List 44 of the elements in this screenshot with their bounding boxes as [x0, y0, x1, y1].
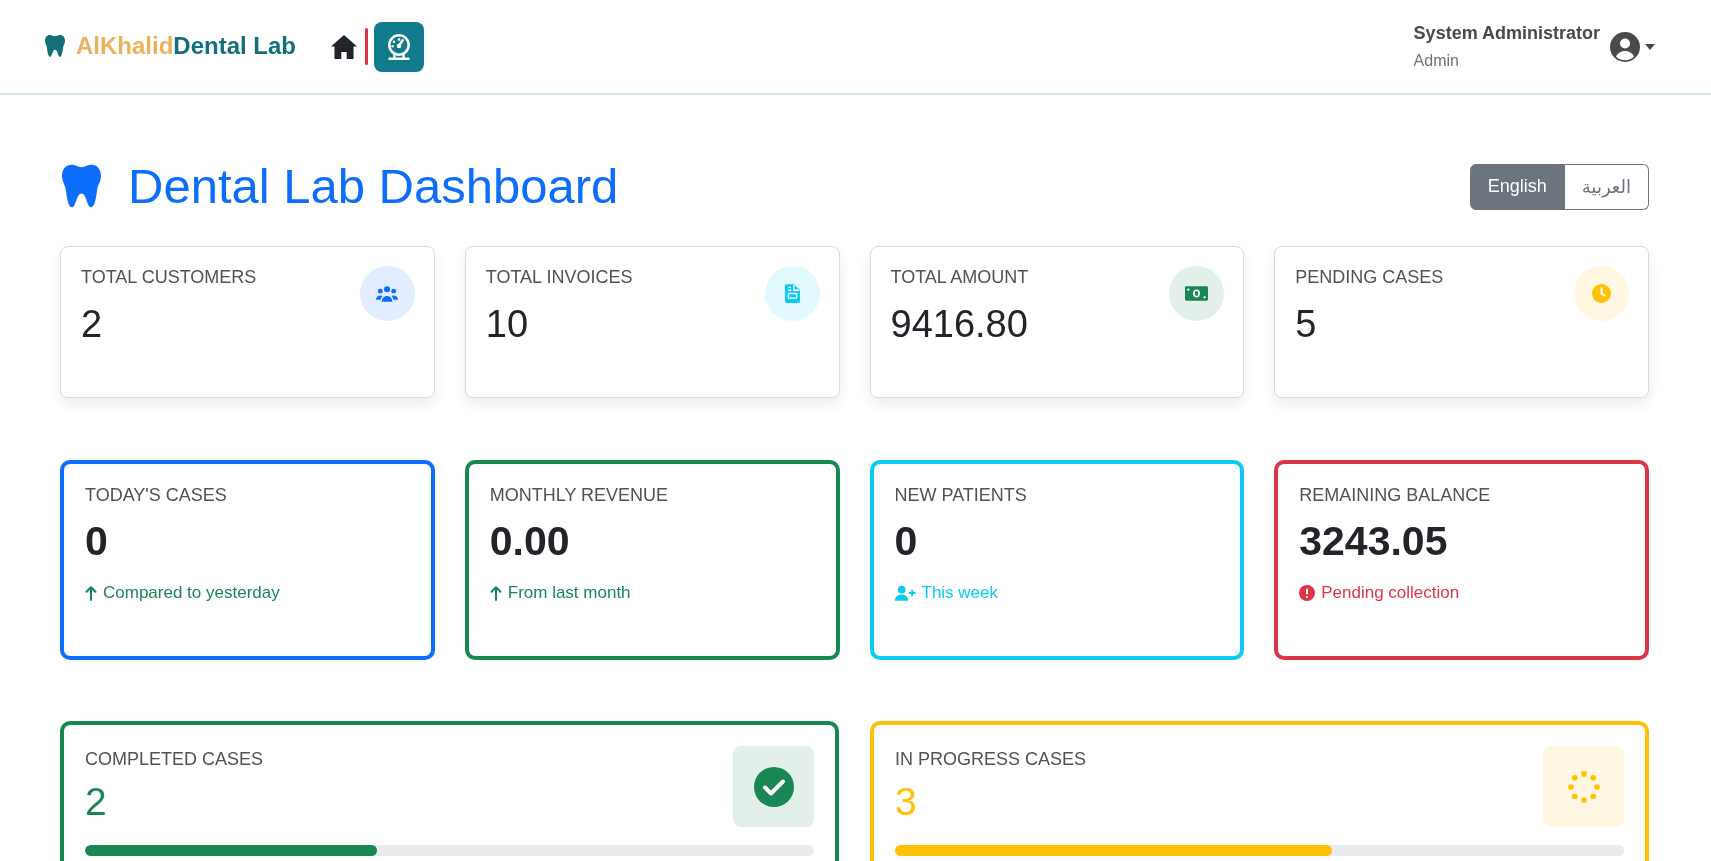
page-title: Dental Lab Dashboard [128, 158, 619, 216]
language-button[interactable]: العربية [1564, 163, 1649, 210]
metric-value: 3243.05 [1299, 516, 1448, 566]
progress-value: 3 [895, 778, 917, 825]
user-role: Admin [1413, 50, 1460, 70]
stat-value: 9416.80 [890, 301, 1028, 347]
user-name: System Administrator [1413, 23, 1600, 45]
tooth-icon [62, 164, 101, 209]
language-button[interactable]: English [1469, 163, 1565, 210]
progress-label: COMPLETED CASES [85, 749, 264, 771]
stat-label: PENDING CASES [1295, 267, 1444, 289]
stat-label: TOTAL INVOICES [485, 267, 633, 289]
metric-note: Pending collection [1321, 582, 1460, 604]
metric-label: MONTHLY REVENUE [489, 485, 669, 507]
metric-label: TODAY'S CASES [85, 485, 227, 507]
metric-note: From last month [507, 582, 631, 604]
progress-value: 2 [85, 778, 107, 825]
home-button[interactable] [331, 34, 358, 59]
metric-note: Compared to yesterday [103, 582, 280, 604]
stat-label: TOTAL AMOUNT [890, 267, 1029, 289]
metric-value: 0.00 [489, 516, 570, 566]
dashboard-button[interactable] [374, 21, 425, 72]
metric-label: NEW PATIENTS [894, 485, 1027, 507]
brand-link[interactable]: AlKhalidDental Lab [45, 32, 297, 61]
tooth-icon [45, 35, 65, 58]
progress-label: IN PROGRESS CASES [895, 749, 1087, 771]
user-plus-icon [894, 584, 916, 601]
stat-value: 10 [485, 301, 529, 347]
gauge-icon [388, 33, 411, 60]
metric-note: This week [921, 582, 999, 604]
caret-icon [1645, 43, 1655, 50]
alert-icon [1299, 584, 1316, 601]
metric-label: REMAINING BALANCE [1299, 485, 1491, 507]
arrow-up-icon [489, 584, 502, 601]
stat-label: TOTAL CUSTOMERS [81, 267, 257, 289]
stat-value: 5 [1295, 301, 1317, 347]
user-menu-button[interactable] [1610, 31, 1655, 62]
metric-value: 0 [894, 516, 918, 566]
house-icon [331, 34, 358, 59]
arrow-up-icon [85, 584, 97, 601]
metric-value: 0 [85, 516, 108, 566]
avatar-icon [1610, 31, 1640, 62]
stat-value: 2 [81, 301, 103, 347]
spinner-icon [1543, 746, 1624, 827]
